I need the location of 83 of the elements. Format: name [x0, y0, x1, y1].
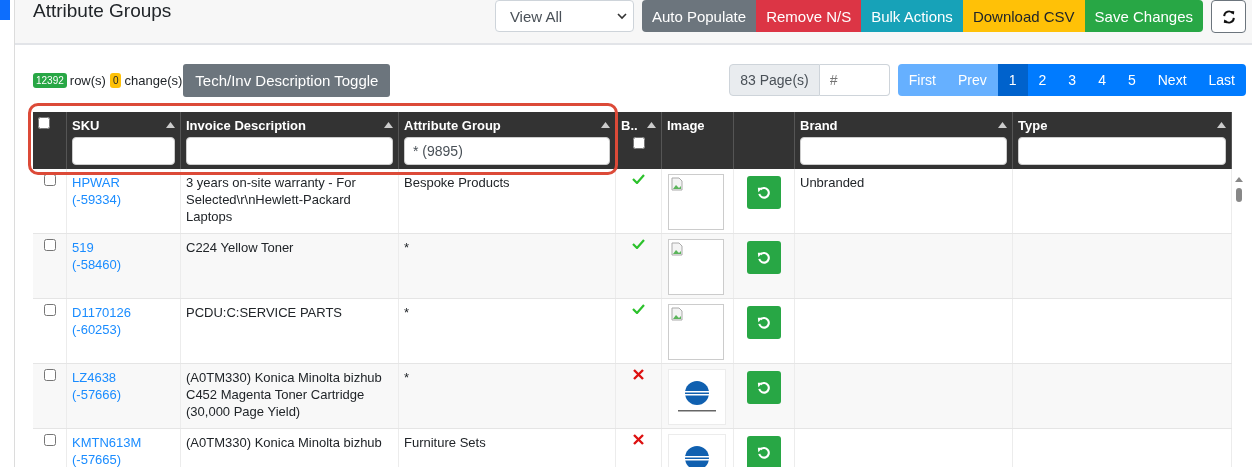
column-header: Image — [667, 117, 705, 133]
toolbar-button[interactable]: Remove N/S — [756, 0, 862, 32]
view-select[interactable]: View All — [494, 0, 634, 32]
table-cell: C224 Yellow Toner — [186, 240, 294, 255]
column-header: Attribute Group — [404, 117, 501, 133]
filter-field[interactable] — [1018, 137, 1226, 165]
filter-field[interactable] — [186, 137, 393, 165]
table-cell: * — [404, 240, 410, 255]
row-checkbox[interactable] — [43, 304, 56, 316]
column-header: SKU — [72, 117, 100, 133]
reset-button[interactable] — [747, 306, 781, 339]
page-button[interactable]: 4 — [1087, 64, 1117, 96]
page-button[interactable]: Next — [1146, 64, 1198, 96]
undo-icon — [757, 185, 771, 200]
broken-image-icon — [668, 174, 724, 230]
sort-icon[interactable] — [998, 122, 1007, 128]
table-cell: Bespoke Products — [404, 175, 510, 190]
toolbar-button[interactable]: Save Changes — [1084, 0, 1203, 32]
row-checkbox[interactable] — [43, 174, 56, 186]
toolbar-button[interactable]: Auto Populate — [641, 0, 757, 32]
reset-button[interactable] — [747, 176, 781, 209]
sort-icon[interactable] — [166, 122, 175, 128]
column-checkbox[interactable] — [633, 137, 645, 149]
sku-id: (-57666) — [72, 386, 123, 403]
sku-link[interactable]: 519 — [72, 239, 175, 256]
table-cell: * — [404, 370, 410, 385]
filter-field[interactable] — [800, 137, 1007, 165]
page-button[interactable]: Last — [1197, 64, 1246, 96]
sku-id: (-57665) — [72, 451, 123, 467]
toolbar-button[interactable]: Bulk Actions — [861, 0, 963, 32]
reset-button[interactable] — [747, 371, 781, 404]
select-all-checkbox[interactable] — [38, 117, 50, 129]
table-cell: Furniture Sets — [404, 435, 486, 450]
filter-field[interactable] — [72, 137, 175, 165]
change-count-label: change(s) — [124, 72, 183, 88]
row-checkbox[interactable] — [43, 239, 56, 251]
sku-id: (-58460) — [72, 256, 123, 273]
page-button[interactable]: 2 — [1027, 64, 1058, 96]
page-input[interactable]: # — [819, 64, 890, 96]
sku-link[interactable]: LZ4638 — [72, 369, 175, 386]
undo-icon — [757, 445, 771, 460]
refresh-icon — [1221, 9, 1236, 24]
sort-icon[interactable] — [1217, 122, 1226, 128]
row-count-badge: 12392 — [33, 72, 67, 88]
sku-link[interactable]: D1170126 — [72, 304, 175, 321]
row-checkbox[interactable] — [43, 434, 56, 446]
table-cell: Unbranded — [800, 175, 865, 190]
page-button[interactable]: 5 — [1116, 64, 1147, 96]
filter-field[interactable]: * (9895) — [404, 137, 610, 165]
column-header: B.. — [621, 117, 638, 133]
column-header: Invoice Description — [186, 117, 306, 133]
undo-icon — [757, 250, 771, 265]
reset-button[interactable] — [747, 436, 781, 467]
row-count-label: row(s) — [69, 72, 106, 88]
broken-image-icon — [668, 239, 724, 295]
undo-icon — [757, 380, 771, 395]
change-count-badge: 0 — [109, 72, 122, 88]
table-cell: (A0TM330) Konica Minolta bizhub — [186, 435, 382, 450]
page-button[interactable]: 3 — [1057, 64, 1088, 96]
broken-image-icon — [668, 304, 724, 360]
sort-icon[interactable] — [601, 122, 610, 128]
page-button[interactable]: 1 — [997, 64, 1028, 96]
table-cell: 3 years on-site warranty - For Selected\r\nHewlett-Packard Laptops — [186, 175, 356, 224]
description-toggle-button[interactable]: Tech/Inv Description Toggle — [183, 63, 391, 97]
sku-link[interactable]: KMTN613M — [72, 434, 175, 451]
caret-icon — [616, 12, 627, 20]
sku-link[interactable]: HPWAR — [72, 174, 175, 191]
toolbar-button[interactable]: Download CSV — [962, 0, 1085, 32]
sku-id: (-59334) — [72, 191, 123, 208]
refresh-button[interactable] — [1211, 0, 1246, 33]
undo-icon — [757, 315, 771, 330]
row-checkbox[interactable] — [43, 369, 56, 381]
table-cell: * — [404, 305, 410, 320]
sort-icon[interactable] — [384, 122, 393, 128]
sort-icon[interactable] — [647, 122, 656, 128]
table-cell: (A0TM330) Konica Minolta bizhub C452 Magenta Toner Cartridge (30,000 Page Yield) — [186, 370, 382, 419]
sku-id: (-60253) — [72, 321, 123, 338]
table-cell: PCDU:C:SERVICE PARTS — [186, 305, 343, 320]
page-title: Attribute Groups — [33, 0, 173, 22]
column-header: Brand — [800, 117, 838, 133]
column-header: Type — [1018, 117, 1048, 133]
page-count: 83 Page(s) — [729, 64, 820, 96]
reset-button[interactable] — [747, 241, 781, 274]
